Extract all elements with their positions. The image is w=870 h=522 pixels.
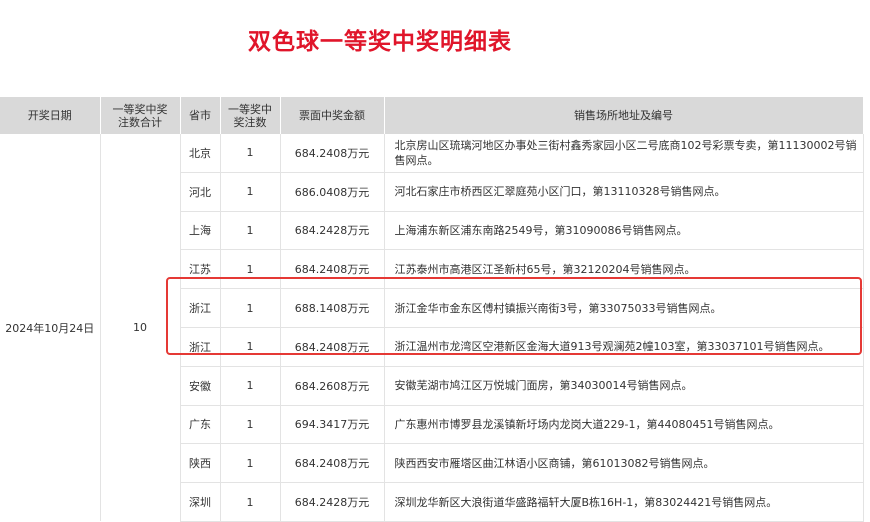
province-cell: 深圳 [180,482,221,522]
page-title: 双色球一等奖中奖明细表 [248,29,512,55]
province-cell: 陕西 [180,443,221,484]
address-cell: 深圳龙华新区大浪街道华盛路福轩大厦B栋16H-1，第83024421号销售网点。 [384,482,864,522]
draw-date-cell: 2024年10月24日 [0,134,101,522]
count-cell: 1 [220,443,281,484]
amount-cell: 684.2428万元 [280,211,385,251]
address-cell: 陕西西安市雁塔区曲江林语小区商铺，第61013082号销售网点。 [384,443,864,484]
amount-cell: 684.2608万元 [280,366,385,406]
count-cell: 1 [220,134,281,173]
address-cell: 安徽芜湖市鸠江区万悦城门面房，第34030014号销售网点。 [384,366,864,406]
count-cell: 1 [220,172,281,212]
header-date: 开奖日期 [0,97,101,134]
header-total: 一等奖中奖注数合计 [100,97,181,134]
address-cell: 上海浦东新区浦东南路2549号，第31090086号销售网点。 [384,211,864,251]
table-header-row: 开奖日期 一等奖中奖注数合计 省市 一等奖中奖注数 票面中奖金额 销售场所地址及… [0,97,864,134]
amount-cell: 684.2408万元 [280,443,385,484]
province-cell: 安徽 [180,366,221,406]
amount-cell: 684.2428万元 [280,482,385,522]
header-amount: 票面中奖金额 [280,97,385,134]
amount-cell: 694.3417万元 [280,405,385,445]
province-cell: 上海 [180,211,221,251]
count-cell: 1 [220,405,281,445]
highlight-box-zhejiang [166,277,862,355]
count-cell: 1 [220,366,281,406]
header-count: 一等奖中奖注数 [220,97,281,134]
province-cell: 广东 [180,405,221,445]
address-cell: 广东惠州市博罗县龙溪镇新圩场内龙岗大道229-1，第44080451号销售网点。 [384,405,864,445]
province-cell: 北京 [180,134,221,173]
province-cell: 河北 [180,172,221,212]
table-row: 2024年10月24日 10 北京 1 684.2408万元 北京房山区琉璃河地区办事处三… [0,134,864,522]
header-province: 省市 [180,97,221,134]
address-cell: 河北石家庄市桥西区汇翠庭苑小区门口，第13110328号销售网点。 [384,172,864,212]
count-cell: 1 [220,211,281,251]
address-cell: 北京房山区琉璃河地区办事处三街村鑫秀家园小区二号底商102号彩票专卖，第1113… [384,134,864,173]
count-cell: 1 [220,482,281,522]
header-address: 销售场所地址及编号 [384,97,864,134]
amount-cell: 686.0408万元 [280,172,385,212]
amount-cell: 684.2408万元 [280,134,385,173]
